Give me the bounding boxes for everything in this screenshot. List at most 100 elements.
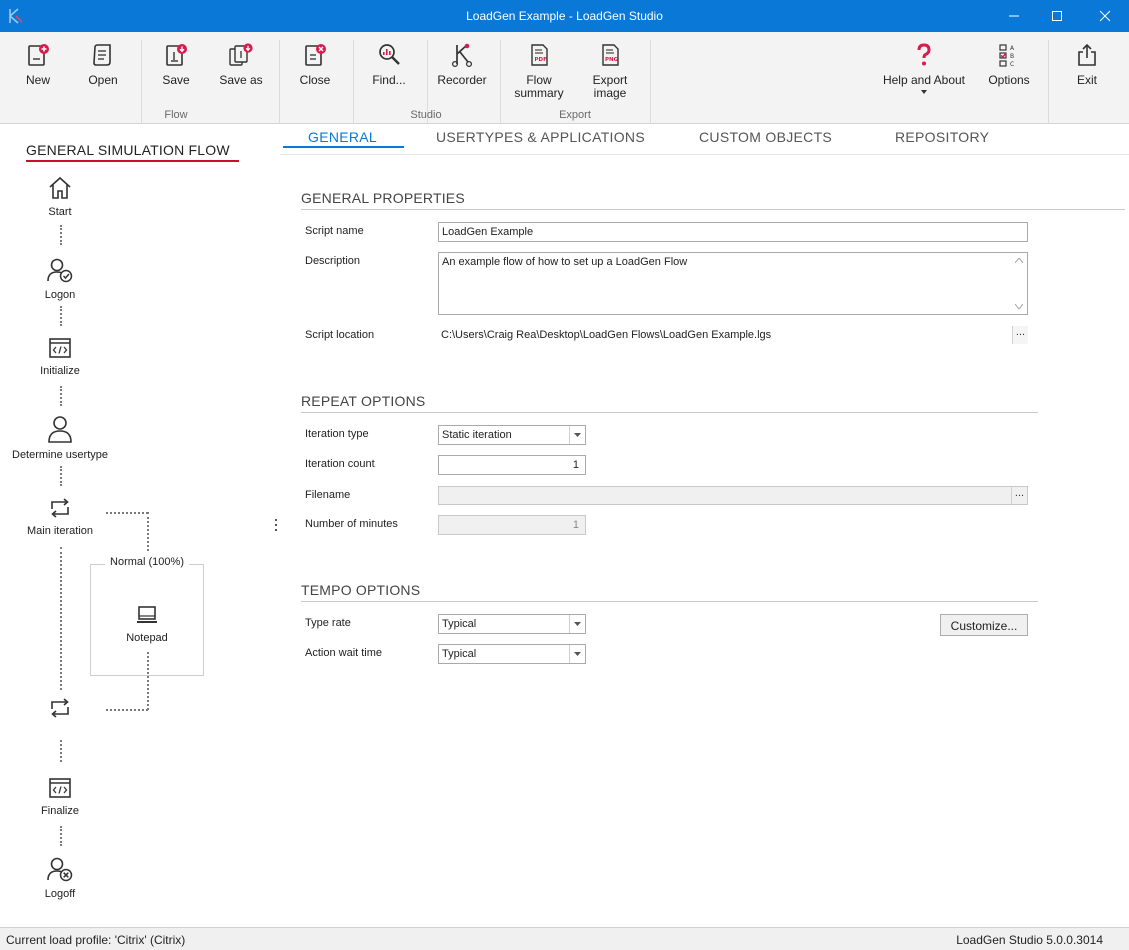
flow-node-initialize[interactable]: Initialize bbox=[20, 337, 100, 377]
section-title-repeat-options: REPEAT OPTIONS bbox=[301, 393, 426, 409]
type-rate-select[interactable]: Typical bbox=[438, 614, 586, 634]
flow-node-logon[interactable]: Logon bbox=[20, 257, 100, 301]
svg-text:C: C bbox=[1010, 61, 1014, 68]
flow-node-determine-usertype[interactable]: Determine usertype bbox=[6, 415, 114, 461]
loop-connector bbox=[106, 709, 148, 711]
flow-node-notepad[interactable]: Notepad bbox=[108, 604, 186, 644]
export-image-button[interactable]: PNG Export image bbox=[578, 38, 642, 108]
status-bar: Current load profile: 'Citrix' (Citrix) … bbox=[0, 927, 1129, 950]
description-scrollbar[interactable] bbox=[1011, 253, 1027, 314]
flow-node-label: Logoff bbox=[44, 888, 76, 900]
ribbon-toolbar: New Open Save Save as Close Find... Reco… bbox=[0, 32, 1129, 124]
ribbon-separator bbox=[1048, 40, 1049, 124]
find-label: Find... bbox=[372, 73, 406, 87]
action-wait-time-select[interactable]: Typical bbox=[438, 644, 586, 664]
user-check-icon bbox=[47, 258, 73, 283]
tab-general[interactable]: GENERAL bbox=[308, 129, 377, 145]
scroll-up-icon[interactable] bbox=[1015, 258, 1023, 263]
svg-text:A: A bbox=[1010, 45, 1015, 52]
iteration-count-input[interactable]: 1 bbox=[438, 455, 586, 475]
flow-node-label: Finalize bbox=[41, 805, 79, 817]
iteration-type-value: Static iteration bbox=[442, 429, 512, 441]
export-image-label-line2: image bbox=[593, 86, 627, 100]
type-rate-label: Type rate bbox=[305, 617, 351, 629]
minimize-button[interactable] bbox=[991, 0, 1037, 32]
version-status: LoadGen Studio 5.0.0.3014 bbox=[956, 933, 1103, 947]
close-file-button[interactable]: Close bbox=[283, 38, 347, 108]
description-text: An example flow of how to set up a LoadG… bbox=[442, 256, 688, 268]
panel-splitter-handle[interactable] bbox=[275, 519, 279, 534]
svg-text:PDF: PDF bbox=[535, 57, 548, 63]
options-button[interactable]: A B C Options bbox=[977, 38, 1041, 108]
description-label: Description bbox=[305, 255, 361, 267]
description-textarea[interactable]: An example flow of how to set up a LoadG… bbox=[438, 252, 1028, 315]
flow-title-underline bbox=[26, 160, 239, 162]
flow-node-finalize[interactable]: Finalize bbox=[20, 777, 100, 817]
maximize-button[interactable] bbox=[1034, 0, 1080, 32]
filename-label: Filename bbox=[305, 489, 351, 501]
options-label: Options bbox=[988, 73, 1030, 87]
dropdown-arrow-icon bbox=[921, 90, 927, 94]
open-button[interactable]: Open bbox=[71, 38, 135, 108]
flow-node-label: Main iteration bbox=[26, 525, 94, 537]
active-tab-indicator bbox=[283, 146, 404, 148]
code-window-icon bbox=[49, 778, 71, 798]
action-wait-time-value: Typical bbox=[442, 648, 477, 660]
load-profile-status: Current load profile: 'Citrix' (Citrix) bbox=[6, 933, 186, 947]
section-title-tempo-options: TEMPO OPTIONS bbox=[301, 582, 421, 598]
close-icon bbox=[1099, 10, 1111, 22]
group-label-flow: Flow bbox=[164, 109, 188, 121]
new-button[interactable]: New bbox=[6, 38, 70, 108]
open-label: Open bbox=[88, 73, 118, 87]
flow-node-label: Determine usertype bbox=[12, 449, 108, 461]
group-label-export: Export bbox=[559, 109, 591, 121]
flow-node-label: Logon bbox=[44, 289, 76, 301]
script-location-browse-button[interactable]: ... bbox=[1012, 326, 1028, 344]
svg-text:B: B bbox=[1010, 53, 1014, 60]
recorder-label: Recorder bbox=[437, 73, 487, 87]
recorder-icon bbox=[451, 43, 473, 68]
home-icon bbox=[49, 176, 71, 199]
flow-node-label: Notepad bbox=[126, 632, 168, 644]
save-button[interactable]: Save bbox=[144, 38, 208, 108]
exit-button[interactable]: Exit bbox=[1055, 38, 1119, 108]
save-as-icon bbox=[229, 43, 253, 66]
help-and-about-button[interactable]: Help and About bbox=[880, 38, 968, 108]
flow-node-logoff[interactable]: Logoff bbox=[20, 856, 100, 900]
tab-repository[interactable]: REPOSITORY bbox=[895, 129, 989, 145]
exit-label: Exit bbox=[1076, 73, 1097, 87]
script-name-input[interactable]: LoadGen Example bbox=[438, 222, 1028, 242]
tab-custom-objects[interactable]: CUSTOM OBJECTS bbox=[699, 129, 832, 145]
find-button[interactable]: Find... bbox=[357, 38, 421, 108]
iteration-count-label: Iteration count bbox=[305, 458, 375, 470]
iteration-type-select[interactable]: Static iteration bbox=[438, 425, 586, 445]
flow-node-start[interactable]: Start bbox=[20, 176, 100, 218]
flow-node-main-iteration[interactable]: Main iteration bbox=[18, 497, 102, 537]
chevron-down-icon[interactable] bbox=[569, 426, 585, 444]
ribbon-separator bbox=[353, 40, 354, 124]
repeat-icon bbox=[51, 498, 69, 518]
tab-usertypes-applications[interactable]: USERTYPES & APPLICATIONS bbox=[436, 129, 645, 145]
scroll-down-icon[interactable] bbox=[1015, 304, 1023, 309]
chevron-down-icon[interactable] bbox=[569, 645, 585, 663]
recorder-button[interactable]: Recorder bbox=[430, 38, 494, 108]
new-label: New bbox=[25, 73, 50, 87]
chevron-down-icon[interactable] bbox=[569, 615, 585, 633]
close-window-button[interactable] bbox=[1082, 0, 1128, 32]
save-as-label: Save as bbox=[219, 73, 263, 87]
ribbon-separator bbox=[279, 40, 280, 124]
flow-connector bbox=[60, 826, 62, 846]
customize-button[interactable]: Customize... bbox=[940, 614, 1028, 636]
type-rate-value: Typical bbox=[442, 618, 477, 630]
flow-summary-button[interactable]: PDF Flow summary bbox=[507, 38, 571, 108]
help-label: Help and About bbox=[882, 73, 966, 87]
flow-node-iteration-end[interactable] bbox=[46, 697, 74, 719]
section-divider bbox=[301, 412, 1038, 413]
filename-input[interactable] bbox=[438, 486, 1028, 505]
number-of-minutes-input[interactable]: 1 bbox=[438, 515, 586, 535]
flow-node-label: Start bbox=[48, 206, 72, 218]
filename-browse-button[interactable]: ... bbox=[1011, 487, 1027, 504]
close-file-icon bbox=[305, 44, 326, 66]
save-icon bbox=[166, 44, 187, 66]
save-as-button[interactable]: Save as bbox=[209, 38, 273, 108]
